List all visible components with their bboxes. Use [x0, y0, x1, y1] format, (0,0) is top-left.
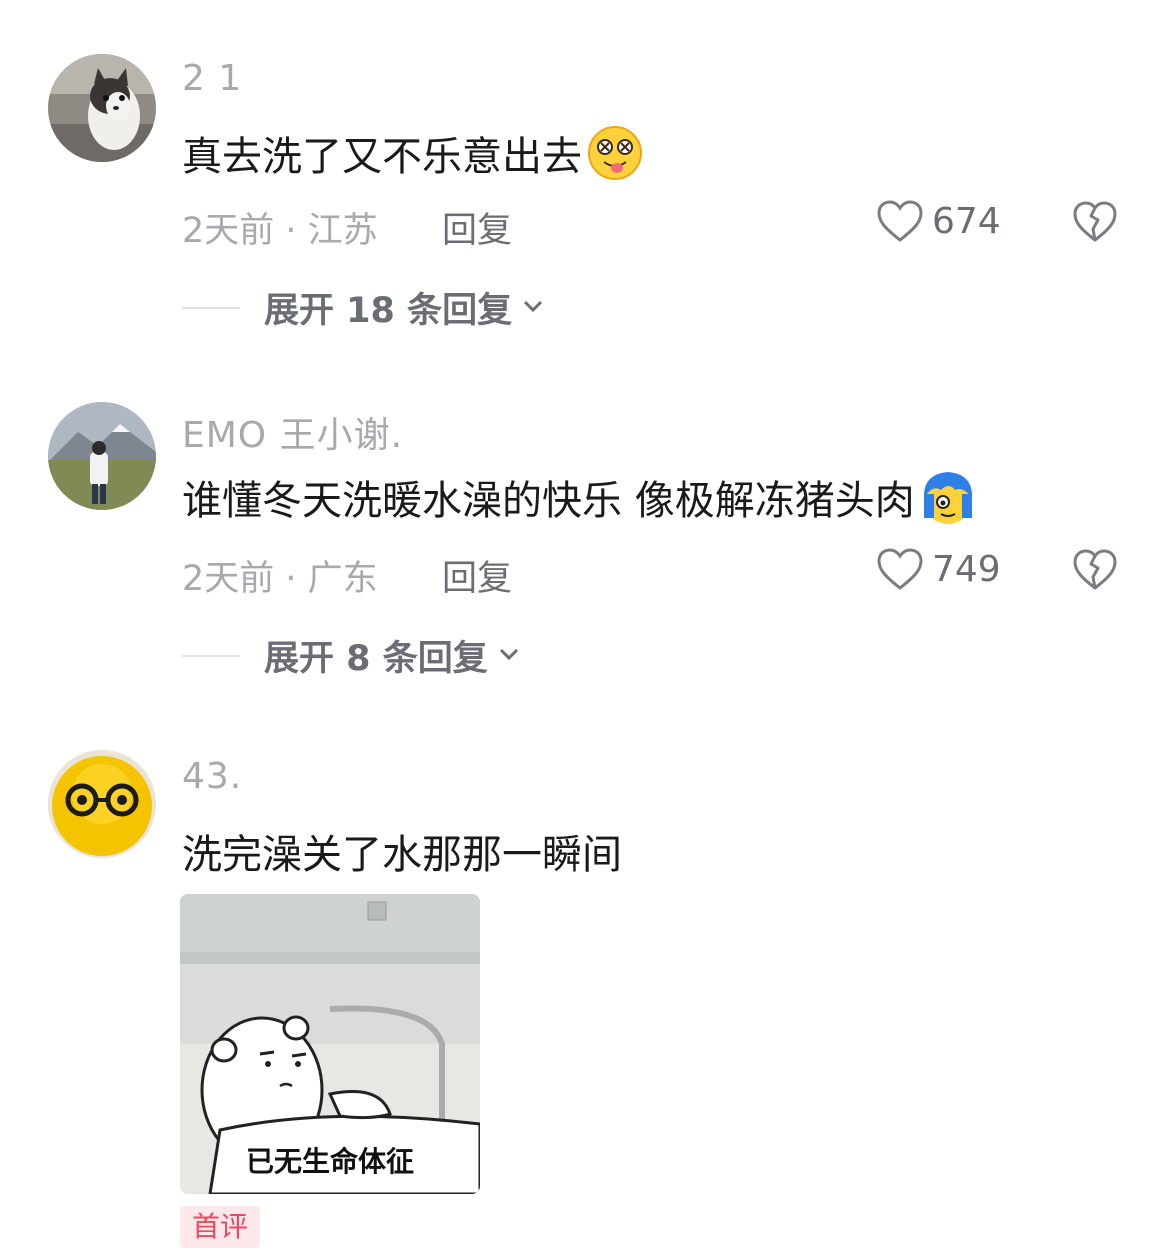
comment-time-location: 2天前 · 江苏 [182, 211, 378, 251]
username[interactable]: EMO 王小谢. [182, 406, 403, 458]
dislike-button[interactable] [1072, 198, 1118, 244]
avatar[interactable] [48, 402, 156, 510]
dislike-button[interactable] [1072, 546, 1118, 592]
like-button[interactable]: 674 [876, 198, 1001, 244]
like-count: 674 [932, 200, 1001, 242]
divider [182, 306, 240, 309]
username[interactable]: 2 1 [182, 58, 242, 99]
comment-text: 谁懂冬天洗暖水澡的快乐 像极解冻猪头肉 [182, 468, 977, 526]
like-button[interactable]: 749 [876, 546, 1001, 592]
heart-icon [876, 198, 924, 244]
first-comment-badge: 首评 [180, 1206, 261, 1248]
broken-heart-icon [1072, 198, 1118, 244]
comment-text-content: 谁懂冬天洗暖水澡的快乐 像极解冻猪头肉 [182, 478, 915, 524]
heart-icon [876, 546, 924, 592]
comment-text-content: 洗完澡关了水那那一瞬间 [182, 832, 622, 878]
broken-heart-icon [1072, 546, 1118, 592]
comment-time-location: 2天前 · 广东 [182, 559, 378, 599]
divider [182, 654, 240, 657]
reply-button[interactable]: 回复 [442, 550, 512, 601]
avatar[interactable] [48, 54, 156, 162]
sticker-image[interactable]: 已无生命体征 [180, 894, 480, 1194]
chevron-down-icon [512, 296, 546, 320]
chevron-down-icon [488, 644, 522, 668]
comment-text: 真去洗了又不乐意出去 [182, 124, 644, 182]
expand-replies-button[interactable]: 展开 8 条回复 [182, 630, 522, 681]
like-count: 749 [932, 548, 1001, 590]
blue-hair-face-emoji-icon [919, 468, 977, 526]
avatar[interactable] [48, 750, 156, 858]
dizzy-tongue-face-emoji-icon [586, 124, 644, 182]
reply-button[interactable]: 回复 [442, 202, 512, 253]
comment-text-content: 真去洗了又不乐意出去 [182, 134, 582, 180]
expand-replies-label: 展开 8 条回复 [264, 639, 488, 679]
comment-text: 洗完澡关了水那那一瞬间 [182, 822, 622, 880]
sticker-caption: 已无生命体征 [245, 1145, 414, 1178]
username[interactable]: 43. [182, 756, 242, 797]
expand-replies-label: 展开 18 条回复 [264, 291, 513, 331]
expand-replies-button[interactable]: 展开 18 条回复 [182, 282, 546, 333]
